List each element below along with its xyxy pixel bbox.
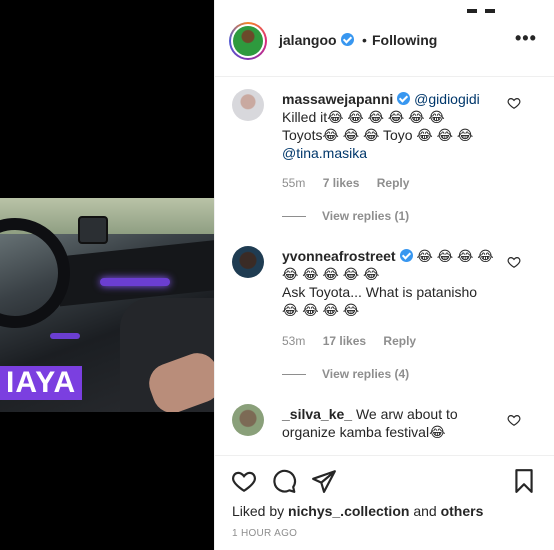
commenter-username[interactable]: massawejapanni xyxy=(282,91,393,107)
bookmark-icon[interactable] xyxy=(511,468,537,494)
comment-line: We arw about to xyxy=(355,406,458,422)
more-options-icon[interactable]: ••• xyxy=(515,28,537,49)
comment-time: 53m xyxy=(282,334,306,348)
comment-meta: 53m 17 likes Reply xyxy=(282,334,430,348)
commenter-avatar[interactable] xyxy=(232,89,264,121)
separator-dot: • xyxy=(362,32,367,48)
reply-button[interactable]: Reply xyxy=(377,176,410,190)
share-icon[interactable] xyxy=(311,468,337,494)
commenter-avatar[interactable] xyxy=(232,246,264,278)
verified-badge-icon xyxy=(397,92,411,105)
following-button[interactable]: Following xyxy=(372,32,437,48)
comment-like-heart-icon[interactable] xyxy=(507,255,521,269)
comment-likes[interactable]: 7 likes xyxy=(323,176,360,190)
comment-text: yvonneafrostreet 😂 😂 😂 😂 😂 😂 😂 😂 😂 Ask T… xyxy=(282,247,502,319)
video-caption: IAYA xyxy=(0,366,83,400)
mention-link[interactable]: @tina.masika xyxy=(282,144,502,162)
heart-icon[interactable] xyxy=(231,468,257,494)
view-replies-button[interactable]: View replies (4) xyxy=(282,367,409,381)
comment-like-heart-icon[interactable] xyxy=(507,96,521,110)
commenter-username[interactable]: yvonneafrostreet xyxy=(282,248,396,264)
author-username[interactable]: jalangoo xyxy=(279,32,354,48)
comment-time: 55m xyxy=(282,176,306,190)
view-replies-button[interactable]: View replies (1) xyxy=(282,209,409,223)
video-frame[interactable]: IAYA xyxy=(0,198,214,412)
comment-like-heart-icon[interactable] xyxy=(507,413,521,427)
verified-badge-icon xyxy=(340,33,354,46)
comment-icon[interactable] xyxy=(271,468,297,494)
mention-link[interactable]: @gidiogidi xyxy=(414,91,480,107)
comment-likes[interactable]: 17 likes xyxy=(323,334,366,348)
reply-button[interactable]: Reply xyxy=(383,334,416,348)
comment-line: 😂 😂 😂 😂 😂 xyxy=(282,266,380,282)
comment-meta: 55m 7 likes Reply xyxy=(282,176,423,190)
rearview-mirror xyxy=(78,216,108,244)
dashboard xyxy=(60,239,214,307)
liked-by-user-link[interactable]: nichys_.collection xyxy=(288,503,409,519)
liked-by-others-link[interactable]: others xyxy=(441,503,484,519)
video-player[interactable]: IAYA xyxy=(0,0,214,550)
comment-text: _silva_ke_ We arw about to organize kamb… xyxy=(282,405,502,441)
author-avatar[interactable] xyxy=(229,22,267,60)
ambient-light xyxy=(100,278,170,286)
commenter-avatar[interactable] xyxy=(232,404,264,436)
comment-line: 😂 😂 😂 😂 xyxy=(282,302,360,318)
verified-badge-icon xyxy=(399,249,413,262)
liked-by-text: Liked by nichys_.collection and others xyxy=(232,503,484,519)
commenter-username[interactable]: _silva_ke_ xyxy=(282,406,352,422)
comment-line: Toyots😂 😂 😂 Toyo 😂 😂 😂 xyxy=(282,127,474,143)
comment-line: Killed it😂 😂 😂 😂 😂 😂 xyxy=(282,109,445,125)
post-header: jalangoo • Following ••• xyxy=(215,0,554,77)
comment-line: Ask Toyota... What is patanisho xyxy=(282,284,478,300)
comment-emojis: 😂 😂 😂 😂 xyxy=(416,248,494,264)
comment-line: organize kamba festival😂 xyxy=(282,424,446,440)
post-timestamp[interactable]: 1 HOUR AGO xyxy=(232,528,297,539)
comment-text: massawejapanni @gidiogidi Killed it😂 😂 😂… xyxy=(282,90,502,162)
post-panel: jalangoo • Following ••• massawejapanni … xyxy=(214,0,554,550)
ambient-light-small xyxy=(50,333,80,339)
steering-wheel xyxy=(0,218,70,328)
post-actions: Liked by nichys_.collection and others 1… xyxy=(215,455,554,550)
